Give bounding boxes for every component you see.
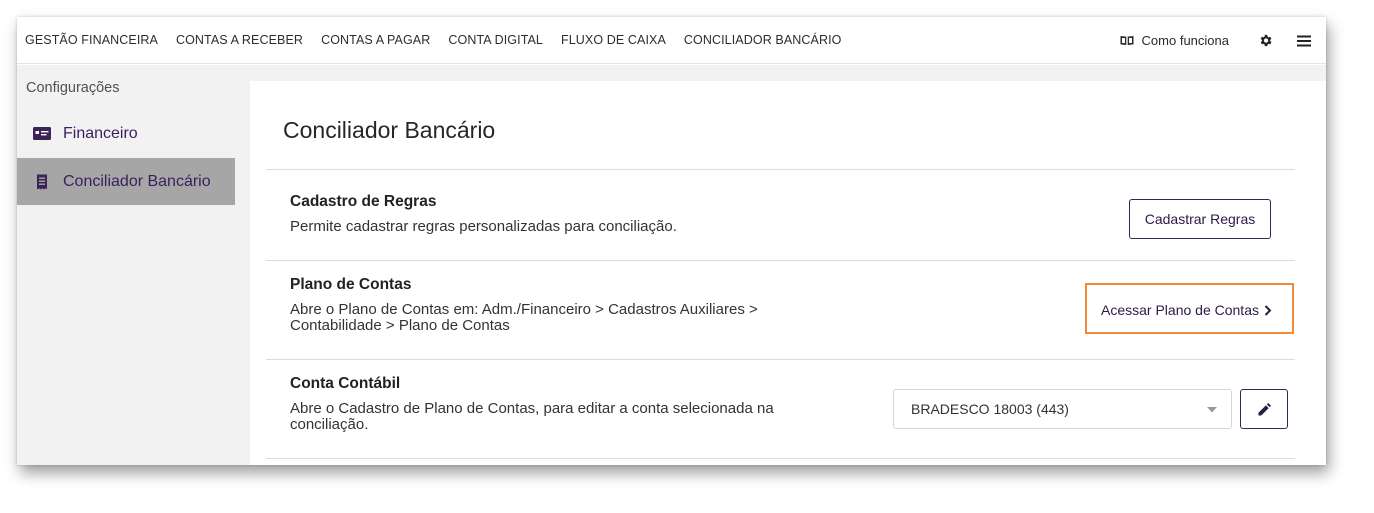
conta-contabil-select-value: BRADESCO 18003 (443) xyxy=(911,401,1069,417)
how-it-works-label: Como funciona xyxy=(1141,33,1229,48)
section-description-line-1: Abre o Cadastro de Plano de Contas, para… xyxy=(290,400,774,417)
nav-contas-a-pagar[interactable]: CONTAS A PAGAR xyxy=(321,33,430,47)
section-description-line-2: Contabilidade > Plano de Contas xyxy=(290,317,510,334)
sidebar-item-financeiro[interactable]: Financeiro xyxy=(17,110,235,157)
nav-gestao-financeira[interactable]: GESTÃO FINANCEIRA xyxy=(25,33,158,47)
section-description: Permite cadastrar regras personalizadas … xyxy=(290,218,677,235)
cadastrar-regras-button[interactable]: Cadastrar Regras xyxy=(1129,199,1271,239)
divider xyxy=(266,458,1295,459)
nav-contas-a-receber[interactable]: CONTAS A RECEBER xyxy=(176,33,303,47)
how-it-works-link[interactable]: Como funciona xyxy=(1120,33,1229,48)
gear-icon xyxy=(1260,34,1271,47)
acessar-plano-de-contas-label: Acessar Plano de Contas xyxy=(1101,302,1259,318)
pencil-icon xyxy=(1257,402,1271,416)
section-title-plano-de-contas: Plano de Contas xyxy=(290,276,412,293)
sidebar: Configurações Financeiro Conciliador Ban… xyxy=(17,65,235,465)
nav-conta-digital[interactable]: CONTA DIGITAL xyxy=(448,33,543,47)
app-window: GESTÃO FINANCEIRA CONTAS A RECEBER CONTA… xyxy=(17,17,1326,465)
acessar-plano-de-contas-link[interactable]: Acessar Plano de Contas xyxy=(1101,302,1272,318)
settings-button[interactable] xyxy=(1255,31,1275,51)
settings-card: Conciliador Bancário Cadastro de Regras … xyxy=(250,81,1326,465)
nav-actions: Como funciona xyxy=(1120,17,1326,64)
nav-menu: GESTÃO FINANCEIRA CONTAS A RECEBER CONTA… xyxy=(17,33,860,47)
page-title: Conciliador Bancário xyxy=(283,117,496,143)
sidebar-item-conciliador-bancario[interactable]: Conciliador Bancário xyxy=(17,158,235,205)
sidebar-item-label: Financeiro xyxy=(63,124,138,142)
main-menu-button[interactable] xyxy=(1294,31,1314,51)
receipt-icon xyxy=(37,174,47,189)
divider xyxy=(266,260,1295,261)
book-open-icon xyxy=(1120,36,1134,45)
top-navigation: GESTÃO FINANCEIRA CONTAS A RECEBER CONTA… xyxy=(17,17,1326,64)
section-title-conta-contabil: Conta Contábil xyxy=(290,375,401,392)
sidebar-item-label: Conciliador Bancário xyxy=(63,172,211,190)
chevron-right-icon xyxy=(1264,304,1272,316)
hamburger-menu-icon xyxy=(1297,35,1311,46)
caret-down-icon xyxy=(1207,407,1217,413)
nav-conciliador-bancario[interactable]: CONCILIADOR BANCÁRIO xyxy=(684,33,842,47)
conta-contabil-select[interactable]: BRADESCO 18003 (443) xyxy=(893,389,1232,429)
divider xyxy=(266,359,1295,360)
section-title-cadastro-de-regras: Cadastro de Regras xyxy=(290,193,437,210)
section-description-line-1: Abre o Plano de Contas em: Adm./Financei… xyxy=(290,301,758,318)
nav-fluxo-de-caixa[interactable]: FLUXO DE CAIXA xyxy=(561,33,666,47)
credit-card-icon xyxy=(33,127,51,140)
edit-conta-button[interactable] xyxy=(1240,389,1288,429)
divider xyxy=(266,169,1295,170)
section-description-line-2: conciliação. xyxy=(290,416,369,433)
sidebar-title: Configurações xyxy=(26,80,120,96)
